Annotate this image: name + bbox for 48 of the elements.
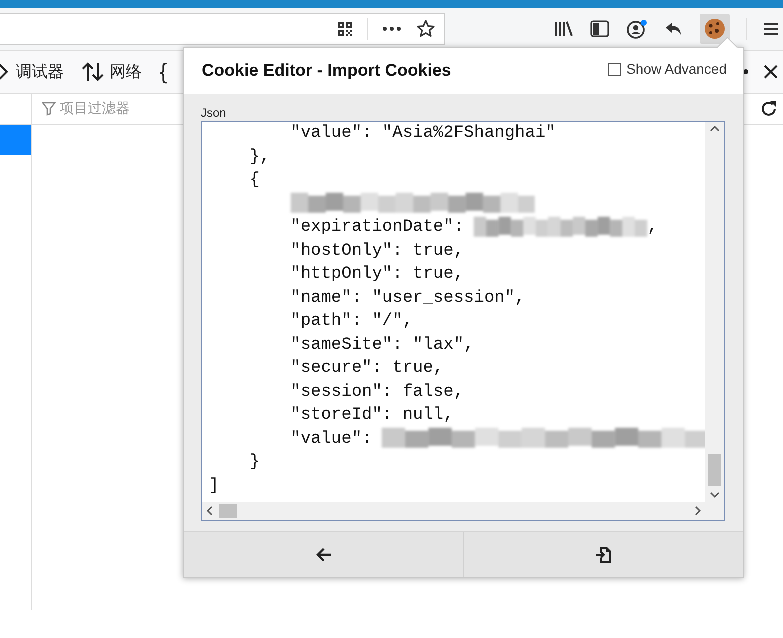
code-line: "expirationDate": xyxy=(290,218,466,237)
account-icon[interactable] xyxy=(626,19,648,39)
scroll-right-icon[interactable] xyxy=(695,506,702,516)
cookie-button[interactable] xyxy=(700,14,730,44)
code-line: "httpOnly": true, xyxy=(290,265,464,284)
up-down-arrows-icon xyxy=(82,61,104,83)
left-arrow-icon xyxy=(316,548,332,562)
library-icon[interactable] xyxy=(554,20,574,38)
scroll-left-icon[interactable] xyxy=(206,506,213,516)
code-line: "storeId": null, xyxy=(290,406,454,425)
devtools-tab[interactable]: { xyxy=(160,59,168,85)
star-icon[interactable] xyxy=(416,19,436,39)
code-line: "name": "user_session", xyxy=(290,288,526,308)
code-line: "path": "/", xyxy=(290,312,414,331)
cookie-icon xyxy=(704,18,726,40)
code-line: "hostOnly": true, xyxy=(290,242,464,260)
json-textarea[interactable] xyxy=(201,121,725,521)
code-line: "value": xyxy=(290,430,374,448)
scrollbar-thumb[interactable] xyxy=(219,504,237,518)
code-line: { xyxy=(248,171,260,190)
json-label: Json xyxy=(201,106,228,120)
devtools-tab[interactable]: 调试器 xyxy=(0,62,64,82)
funnel-icon xyxy=(42,102,56,116)
code-line: "session": false, xyxy=(290,382,464,402)
code-line: } xyxy=(248,453,260,472)
more-icon[interactable] xyxy=(382,26,402,32)
sidebar-icon[interactable] xyxy=(590,20,610,38)
code-line: "sameSite": "lax", xyxy=(290,336,474,354)
scroll-up-icon[interactable] xyxy=(710,125,720,132)
scrollbar-thumb[interactable] xyxy=(708,454,721,486)
file-import-icon xyxy=(594,546,612,564)
devtools-tab[interactable]: 网络 xyxy=(82,61,142,83)
vertical-scrollbar[interactable] xyxy=(705,122,724,502)
debugger-icon xyxy=(0,63,10,81)
menu-icon[interactable] xyxy=(763,21,779,37)
scroll-down-icon[interactable] xyxy=(710,492,720,499)
dot-icon[interactable] xyxy=(743,69,749,75)
code-line: "secure": true, xyxy=(290,359,444,378)
close-icon[interactable] xyxy=(763,64,779,80)
reload-icon[interactable] xyxy=(759,99,779,119)
horizontal-scrollbar[interactable] xyxy=(202,502,724,520)
code-punctuation: , xyxy=(648,218,658,237)
popup-title: Cookie Editor - Import Cookies xyxy=(202,61,452,81)
code-line: "value": "Asia%2FShanghai" xyxy=(290,124,556,143)
show-advanced-checkbox[interactable]: Show Advanced xyxy=(608,61,727,77)
qr-code-icon[interactable] xyxy=(337,21,353,37)
code-line: ] xyxy=(209,476,220,496)
code-line: }, xyxy=(248,148,270,166)
